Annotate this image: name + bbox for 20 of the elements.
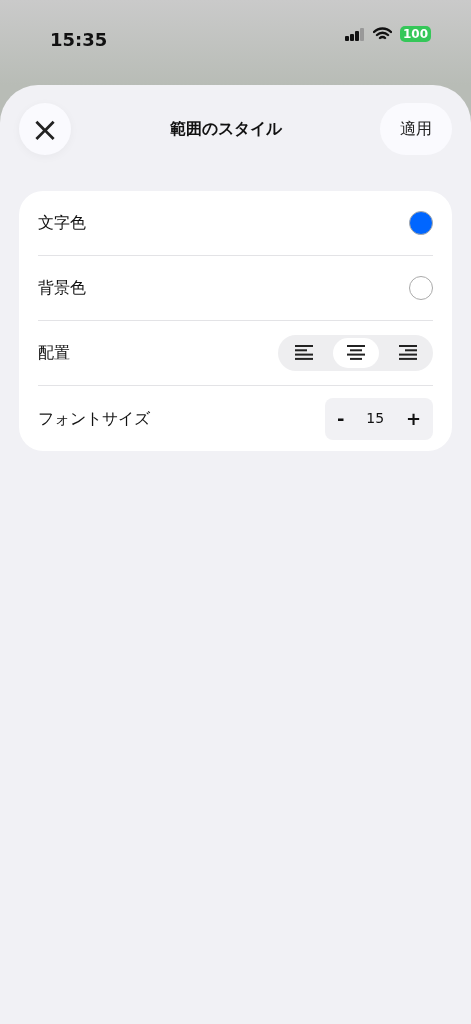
align-center-icon (345, 345, 366, 361)
align-right-icon (397, 345, 417, 361)
signal-icon (344, 27, 365, 41)
color-swatch[interactable] (409, 211, 433, 235)
sheet-title: 範囲のスタイル (169, 118, 282, 140)
decrease-button[interactable]: - (331, 405, 351, 432)
color-swatch[interactable] (409, 276, 433, 300)
row-label: 背景色 (38, 277, 86, 299)
align-left-icon (294, 345, 314, 361)
row-label: フォントサイズ (38, 407, 150, 430)
increase-button[interactable]: + (399, 405, 427, 432)
status-time: 15:35 (50, 28, 108, 52)
font-size-value: 15 (366, 409, 385, 428)
wifi-icon (372, 27, 392, 41)
align-center-button[interactable] (332, 338, 379, 368)
close-button[interactable]: × (19, 103, 71, 155)
battery-level: 100 (399, 26, 431, 42)
row-label: 文字色 (38, 212, 86, 234)
row-label: 配置 (38, 342, 70, 364)
apply-button[interactable]: 適用 (380, 103, 452, 155)
